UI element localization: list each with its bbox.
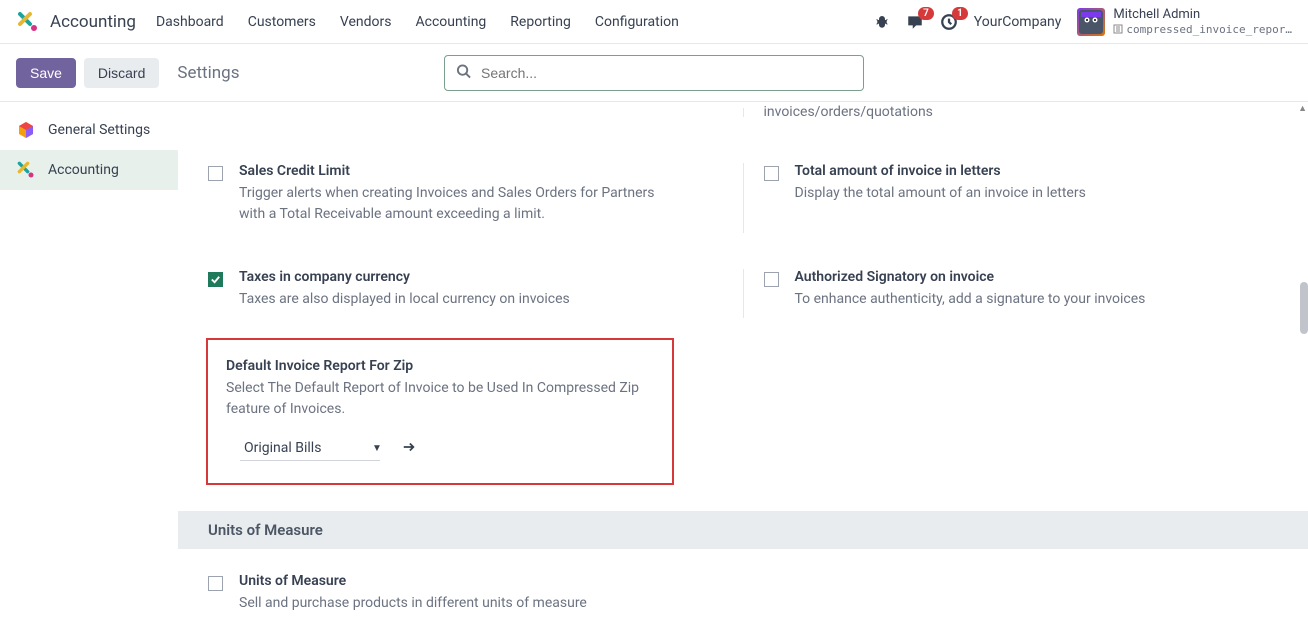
menu-customers[interactable]: Customers — [248, 14, 316, 30]
select-row: Original Bills ▼ — [226, 436, 654, 461]
setting-desc: Trigger alerts when creating Invoices an… — [239, 183, 683, 225]
setting-sales-credit-limit: Sales Credit Limit Trigger alerts when c… — [208, 157, 723, 239]
checkbox-authorized-signatory[interactable] — [764, 272, 779, 287]
save-button[interactable]: Save — [16, 58, 76, 88]
debug-icon[interactable] — [874, 14, 890, 30]
menu-configuration[interactable]: Configuration — [595, 14, 679, 30]
sidebar-item-accounting[interactable]: Accounting — [0, 150, 178, 190]
nav-right: 7 1 YourCompany Mitchell Admin compresse… — [874, 7, 1292, 36]
settings-row: Units of Measure Sell and purchase produ… — [208, 567, 1278, 628]
setting-desc: Sell and purchase products in different … — [239, 593, 693, 614]
menu-vendors[interactable]: Vendors — [340, 14, 392, 30]
activities-icon[interactable]: 1 — [940, 13, 958, 31]
setting-title: Taxes in company currency — [239, 269, 683, 285]
select-value: Original Bills — [244, 440, 321, 456]
setting-desc: Taxes are also displayed in local curren… — [239, 289, 683, 310]
app-name[interactable]: Accounting — [50, 12, 136, 32]
setting-units-of-measure: Units of Measure Sell and purchase produ… — [208, 567, 733, 628]
discard-button[interactable]: Discard — [84, 58, 159, 88]
sidebar-item-label: Accounting — [48, 162, 119, 178]
settings-content: invoices/orders/quotations Sales Credit … — [178, 102, 1308, 632]
search-wrap — [444, 55, 864, 91]
messages-icon[interactable]: 7 — [906, 13, 924, 31]
default-report-select[interactable]: Original Bills — [240, 436, 380, 461]
section-header-units: Units of Measure — [178, 511, 1308, 549]
checkbox-total-in-letters[interactable] — [764, 166, 779, 181]
search-input[interactable] — [444, 55, 864, 91]
breadcrumb-title: Settings — [177, 63, 239, 83]
setting-desc: Select The Default Report of Invoice to … — [226, 378, 654, 420]
setting-title: Authorized Signatory on invoice — [795, 269, 1239, 285]
top-nav: Accounting Dashboard Customers Vendors A… — [0, 0, 1308, 44]
settings-row-partial: invoices/orders/quotations — [208, 102, 1278, 123]
setting-title: Units of Measure — [239, 573, 693, 589]
setting-authorized-signatory: Authorized Signatory on invoice To enhan… — [764, 263, 1279, 324]
setting-desc: Display the total amount of an invoice i… — [795, 183, 1239, 204]
accounting-icon — [16, 160, 36, 180]
setting-taxes-company-currency: Taxes in company currency Taxes are also… — [208, 263, 723, 324]
control-bar: Save Discard Settings — [0, 44, 1308, 102]
checkbox-units-of-measure[interactable] — [208, 576, 223, 591]
setting-total-in-letters: Total amount of invoice in letters Displ… — [764, 157, 1279, 239]
menu-dashboard[interactable]: Dashboard — [156, 14, 224, 30]
user-file-label: compressed_invoice_repor… — [1126, 23, 1292, 36]
settings-row: Sales Credit Limit Trigger alerts when c… — [208, 157, 1278, 239]
checkbox-sales-credit-limit[interactable] — [208, 166, 223, 181]
setting-title: Total amount of invoice in letters — [795, 163, 1239, 179]
user-file: compressed_invoice_repor… — [1113, 23, 1292, 36]
user-menu[interactable]: Mitchell Admin compressed_invoice_repor… — [1077, 7, 1292, 36]
activities-badge: 1 — [952, 7, 968, 20]
settings-row: Taxes in company currency Taxes are also… — [208, 263, 1278, 324]
company-switcher[interactable]: YourCompany — [974, 14, 1062, 30]
checkbox-taxes-company-currency[interactable] — [208, 272, 223, 287]
external-link-arrow-icon[interactable] — [402, 440, 416, 458]
menu-reporting[interactable]: Reporting — [510, 14, 571, 30]
messages-badge: 7 — [918, 7, 934, 20]
scrollbar[interactable]: ▲ — [1296, 102, 1308, 632]
settings-sidebar: General Settings Accounting — [0, 102, 178, 632]
body: General Settings Accounting invoices/ord… — [0, 102, 1308, 632]
general-settings-icon — [16, 120, 36, 140]
search-icon — [456, 63, 471, 82]
default-invoice-report-zip: Default Invoice Report For Zip Select Th… — [206, 338, 674, 485]
avatar — [1077, 8, 1105, 36]
setting-title: Sales Credit Limit — [239, 163, 683, 179]
sidebar-item-general[interactable]: General Settings — [0, 110, 178, 150]
sidebar-item-label: General Settings — [48, 122, 150, 138]
main-menu: Dashboard Customers Vendors Accounting R… — [156, 14, 874, 30]
app-logo-icon[interactable] — [16, 10, 40, 34]
check-icon — [210, 274, 221, 285]
setting-desc: To enhance authenticity, add a signature… — [795, 289, 1239, 310]
scrollbar-thumb[interactable] — [1300, 282, 1308, 334]
scroll-up-icon[interactable]: ▲ — [1298, 103, 1307, 114]
menu-accounting[interactable]: Accounting — [415, 14, 486, 30]
user-info: Mitchell Admin compressed_invoice_repor… — [1113, 7, 1292, 36]
setting-desc-partial: invoices/orders/quotations — [764, 102, 1279, 123]
user-name: Mitchell Admin — [1113, 7, 1292, 23]
file-icon — [1113, 24, 1123, 34]
setting-title: Default Invoice Report For Zip — [226, 358, 654, 374]
